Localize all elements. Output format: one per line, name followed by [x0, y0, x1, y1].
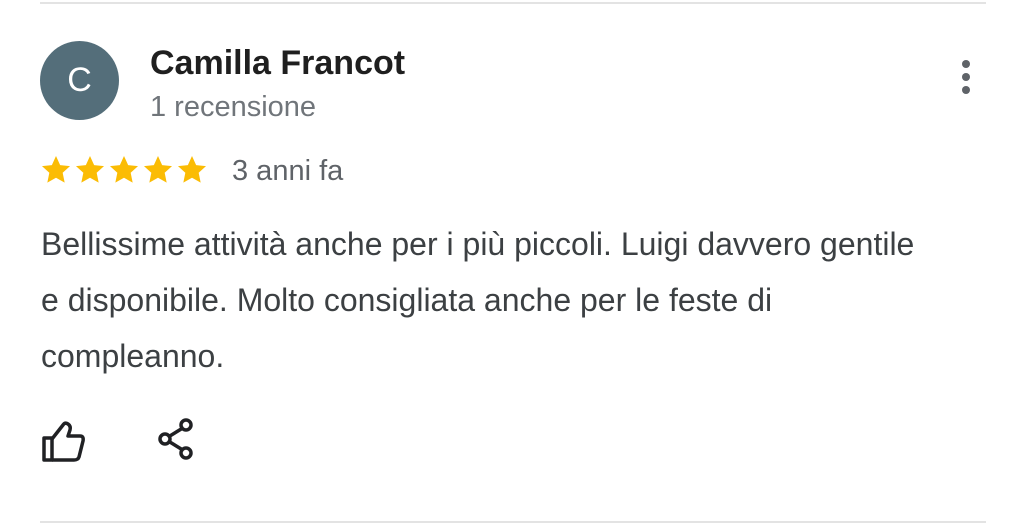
review-time: 3 anni fa [232, 155, 344, 187]
thumbs-up-icon [42, 421, 85, 462]
avatar[interactable]: C [40, 41, 119, 120]
share-icon [158, 418, 193, 460]
star-icon [76, 156, 104, 183]
top-divider [40, 2, 986, 4]
reviewer-name[interactable]: Camilla Francot [150, 42, 405, 84]
more-vertical-icon-dot [962, 86, 970, 94]
star-icon [42, 156, 70, 183]
review-text: Bellissime attività anche per i più picc… [41, 226, 915, 374]
star-icon [110, 156, 138, 183]
like-button[interactable] [38, 418, 88, 464]
star-icon [144, 156, 172, 183]
share-button[interactable] [154, 416, 198, 462]
bottom-divider [40, 521, 986, 523]
more-vertical-icon-dot [962, 73, 970, 81]
review-count[interactable]: 1 recensione [150, 88, 316, 126]
more-options-button[interactable] [944, 54, 988, 100]
star-icon [178, 156, 206, 183]
star-rating [40, 150, 208, 190]
more-vertical-icon [962, 60, 970, 68]
